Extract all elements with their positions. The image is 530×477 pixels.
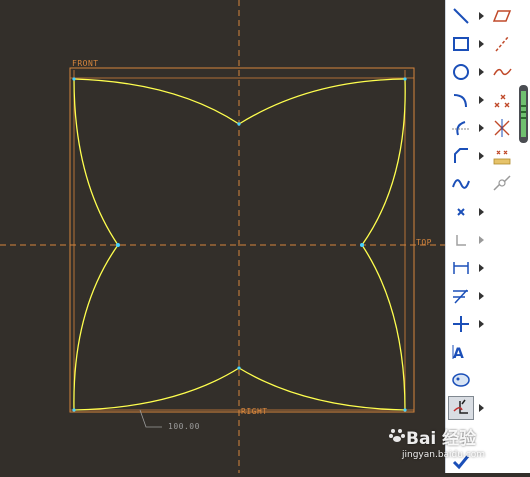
rectangle-icon [453, 37, 469, 51]
rectangle-tool[interactable] [448, 32, 474, 56]
text-tool[interactable]: A [448, 340, 474, 364]
sketch-arc[interactable] [238, 367, 406, 411]
circle-tool[interactable] [448, 60, 474, 84]
modify-tool[interactable] [448, 284, 474, 308]
sketch-canvas[interactable]: FRONT TOP RIGHT 100.00 [0, 0, 445, 473]
dimension-icon [453, 262, 469, 274]
flyout-arrow-icon[interactable] [479, 404, 484, 412]
datum-label-top: TOP [416, 238, 432, 247]
center-points-icon [494, 119, 510, 137]
sketch-arc[interactable] [238, 78, 406, 125]
circle-icon [453, 64, 469, 80]
vertex-point[interactable] [403, 408, 407, 412]
sketch-arc[interactable] [361, 78, 406, 246]
modify-icon [453, 289, 468, 304]
sketch-tool-palette: A [445, 0, 530, 473]
coordinate-system-tool[interactable] [448, 228, 474, 252]
watermark: Bai 经验 jingyan.baidu.com [388, 420, 530, 473]
trim-tool[interactable] [448, 396, 474, 420]
conic-tool[interactable] [489, 60, 515, 84]
flyout-arrow-icon[interactable] [479, 40, 484, 48]
flyout-arrow-icon[interactable] [479, 12, 484, 20]
palette-resize-handle[interactable] [519, 85, 528, 143]
text-icon: A [452, 345, 464, 362]
vertex-point[interactable] [237, 366, 241, 370]
parallelogram-tool[interactable] [489, 4, 515, 28]
constraint-icon [453, 316, 469, 332]
watermark-brand: Bai 经验 [406, 429, 477, 449]
vertex-point[interactable] [360, 243, 364, 247]
datum-plane-frame[interactable] [69, 67, 415, 413]
points-icon [494, 94, 510, 108]
sketch-arc[interactable] [73, 244, 119, 411]
flyout-arrow-icon[interactable] [479, 96, 484, 104]
paw-logo-icon [389, 429, 405, 442]
flyout-arrow-icon[interactable] [479, 124, 484, 132]
spline-tool[interactable] [448, 172, 474, 196]
vertex-point[interactable] [72, 77, 76, 81]
flyout-arrow-icon[interactable] [479, 264, 484, 272]
watermark-url: jingyan.baidu.com [402, 450, 486, 460]
flyout-arrow-icon[interactable] [479, 320, 484, 328]
flyout-arrow-icon[interactable] [479, 152, 484, 160]
trim-icon [453, 399, 468, 414]
arc-icon [453, 94, 467, 108]
centerline-tool[interactable] [489, 32, 515, 56]
fillet-tool[interactable] [448, 116, 474, 140]
centerline-icon [495, 36, 509, 52]
sketch-graphics[interactable] [0, 0, 445, 473]
palette-icon [452, 373, 470, 387]
align-points-icon [493, 150, 511, 165]
vertex-point[interactable] [72, 408, 76, 412]
line-tool[interactable] [448, 4, 474, 28]
align-points-tool[interactable] [489, 144, 515, 168]
sketch-arc[interactable] [361, 244, 406, 411]
flyout-arrow-icon[interactable] [479, 292, 484, 300]
coordinate-system-icon [456, 235, 466, 246]
flyout-arrow-icon[interactable] [479, 68, 484, 76]
sketch-arc[interactable] [73, 78, 119, 246]
dimension-value[interactable]: 100.00 [168, 422, 200, 431]
connect-icon [493, 175, 511, 191]
flyout-arrow-icon[interactable] [479, 236, 484, 244]
constraint-tool[interactable] [448, 312, 474, 336]
points-tool[interactable] [489, 88, 515, 112]
line-icon [453, 8, 469, 24]
handle-grip-icon [521, 91, 526, 137]
flyout-arrow-icon[interactable] [479, 208, 484, 216]
dimension-tool[interactable] [448, 256, 474, 280]
sketch-arc[interactable] [73, 367, 240, 411]
connect-tool[interactable] [489, 172, 515, 196]
sketch-arc[interactable] [73, 78, 240, 125]
vertex-point[interactable] [403, 77, 407, 81]
dimension-leader[interactable] [139, 409, 162, 428]
vertex-point[interactable] [237, 122, 241, 126]
palette-tool[interactable] [448, 368, 474, 392]
datum-label-right: RIGHT [241, 407, 268, 416]
chamfer-tool[interactable] [448, 144, 474, 168]
conic-icon [493, 68, 512, 76]
spline-icon [452, 179, 470, 189]
datum-label-front: FRONT [72, 59, 99, 68]
point-icon [457, 208, 465, 216]
svg-text:A: A [453, 346, 464, 362]
fillet-icon [452, 121, 470, 136]
center-points-tool[interactable] [489, 116, 515, 140]
parallelogram-icon [492, 10, 512, 22]
arc-tool[interactable] [448, 88, 474, 112]
chamfer-icon [454, 148, 468, 163]
point-tool[interactable] [448, 200, 474, 224]
vertex-point[interactable] [116, 243, 120, 247]
